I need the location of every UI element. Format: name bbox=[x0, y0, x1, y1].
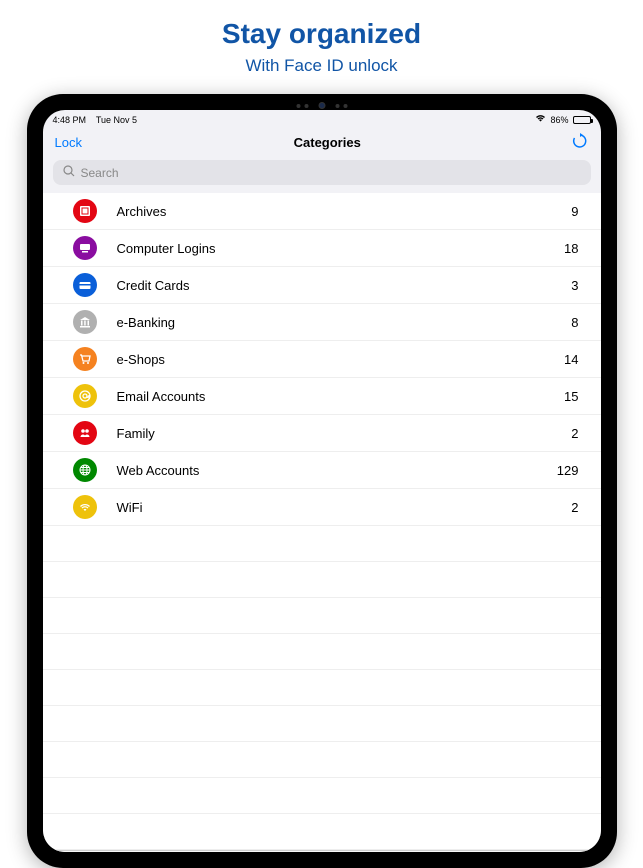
card-icon bbox=[73, 273, 97, 297]
lock-button[interactable]: Lock bbox=[55, 135, 82, 150]
status-left: 4:48 PM Tue Nov 5 bbox=[53, 115, 138, 125]
nav-bar: Lock Categories bbox=[43, 127, 601, 158]
box-icon bbox=[73, 199, 97, 223]
status-date: Tue Nov 5 bbox=[96, 115, 137, 125]
category-count: 9 bbox=[571, 204, 578, 219]
category-count: 14 bbox=[564, 352, 578, 367]
list-item[interactable]: Family2 bbox=[43, 415, 601, 452]
globe-icon bbox=[73, 458, 97, 482]
category-count: 129 bbox=[557, 463, 579, 478]
category-label: Family bbox=[117, 426, 572, 441]
screen: 4:48 PM Tue Nov 5 86% Lock Categories bbox=[43, 110, 601, 852]
search-placeholder: Search bbox=[81, 166, 119, 180]
category-count: 15 bbox=[564, 389, 578, 404]
category-count: 18 bbox=[564, 241, 578, 256]
category-label: Email Accounts bbox=[117, 389, 565, 404]
list-item[interactable]: Computer Logins18 bbox=[43, 230, 601, 267]
search-icon bbox=[63, 165, 75, 180]
empty-row bbox=[43, 706, 601, 742]
refresh-icon bbox=[572, 133, 588, 149]
battery-pct: 86% bbox=[550, 115, 568, 125]
empty-row bbox=[43, 562, 601, 598]
empty-row bbox=[43, 634, 601, 670]
list-item[interactable]: e-Shops14 bbox=[43, 341, 601, 378]
device-frame: 4:48 PM Tue Nov 5 86% Lock Categories bbox=[27, 94, 617, 868]
list-item[interactable]: Credit Cards3 bbox=[43, 267, 601, 304]
status-right: 86% bbox=[535, 114, 590, 125]
bank-icon bbox=[73, 310, 97, 334]
page-title: Categories bbox=[294, 135, 361, 150]
battery-icon bbox=[573, 116, 591, 124]
promo-title: Stay organized bbox=[222, 18, 421, 50]
category-label: WiFi bbox=[117, 500, 572, 515]
category-label: Computer Logins bbox=[117, 241, 565, 256]
status-bar: 4:48 PM Tue Nov 5 86% bbox=[43, 110, 601, 127]
category-label: Archives bbox=[117, 204, 572, 219]
computer-icon bbox=[73, 236, 97, 260]
search-input[interactable]: Search bbox=[53, 160, 591, 185]
at-icon bbox=[73, 384, 97, 408]
category-label: Web Accounts bbox=[117, 463, 557, 478]
empty-row bbox=[43, 598, 601, 634]
empty-row bbox=[43, 670, 601, 706]
category-count: 8 bbox=[571, 315, 578, 330]
promo-subtitle: With Face ID unlock bbox=[245, 56, 397, 76]
list-item[interactable]: Web Accounts129 bbox=[43, 452, 601, 489]
category-count: 2 bbox=[571, 500, 578, 515]
empty-row bbox=[43, 526, 601, 562]
list-item[interactable]: e-Banking8 bbox=[43, 304, 601, 341]
list-item[interactable]: WiFi2 bbox=[43, 489, 601, 526]
camera-notch bbox=[296, 102, 347, 109]
empty-row bbox=[43, 814, 601, 850]
family-icon bbox=[73, 421, 97, 445]
wifi-icon bbox=[73, 495, 97, 519]
category-label: e-Shops bbox=[117, 352, 565, 367]
tab-bar: Categories Category Editor Settings bbox=[43, 850, 601, 852]
status-time: 4:48 PM bbox=[53, 115, 87, 125]
wifi-icon bbox=[535, 114, 546, 125]
empty-row bbox=[43, 778, 601, 814]
category-label: e-Banking bbox=[117, 315, 572, 330]
category-count: 2 bbox=[571, 426, 578, 441]
category-count: 3 bbox=[571, 278, 578, 293]
list-item[interactable]: Archives9 bbox=[43, 193, 601, 230]
refresh-button[interactable] bbox=[572, 133, 588, 152]
cart-icon bbox=[73, 347, 97, 371]
list-item[interactable]: Email Accounts15 bbox=[43, 378, 601, 415]
category-label: Credit Cards bbox=[117, 278, 572, 293]
category-list[interactable]: Archives9Computer Logins18Credit Cards3e… bbox=[43, 193, 601, 850]
empty-row bbox=[43, 742, 601, 778]
